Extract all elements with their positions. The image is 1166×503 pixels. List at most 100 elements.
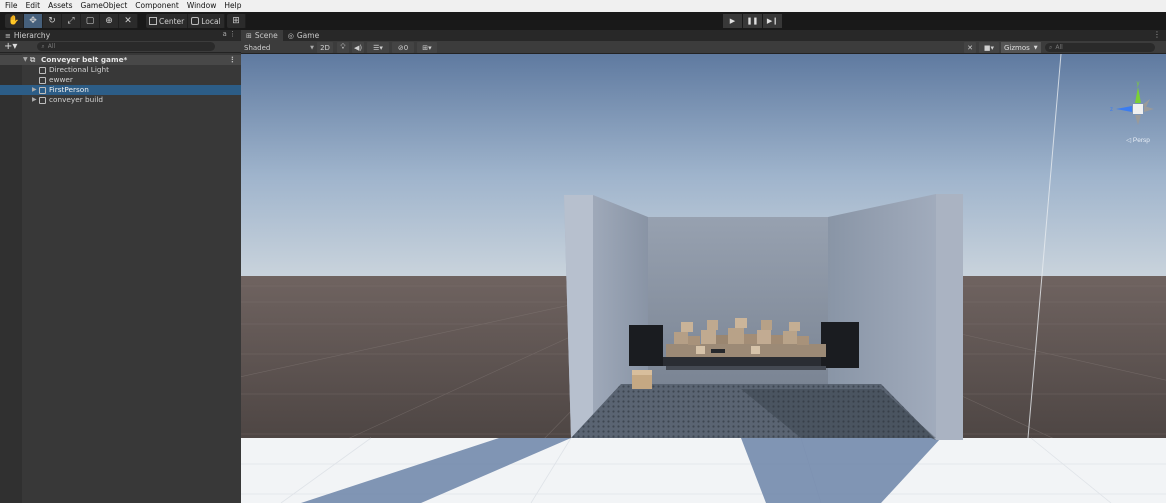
list-icon: ≡ <box>5 31 11 40</box>
menu-gameobject[interactable]: GameObject <box>81 0 128 12</box>
gizmos-label: Gizmos <box>1004 43 1030 52</box>
grid-snap-icon: ⊞ <box>232 16 240 26</box>
play-controls: ▶ ❚❚ ▶❙ <box>723 14 783 28</box>
hand-tool-button[interactable]: ✋ <box>5 14 24 28</box>
hierarchy-list: ▼ ⧉ Conveyer belt game* ⋮ Directional Li… <box>0 54 241 503</box>
panel-kebab-icon[interactable]: ⋮ <box>1153 30 1161 39</box>
scene-panel: ⊞ Scene ◎ Game ⋮ Shaded ▼ 2D 💡︎ ◀︎) ☰▾ ⊘… <box>241 30 1166 503</box>
scene-render[interactable]: y z ◁ Persp <box>241 54 1166 503</box>
lighting-toggle-button[interactable]: 💡︎ <box>337 42 349 53</box>
conveyor-left-motor <box>629 325 663 366</box>
conveyor-right-motor <box>821 322 859 368</box>
hidden-count: 0 <box>403 43 409 52</box>
scene-search-input[interactable]: ⌕ All <box>1045 43 1155 52</box>
audio-toggle-button[interactable]: ◀︎) <box>352 42 364 53</box>
pivot-center-icon <box>149 17 157 25</box>
scale-tool-button[interactable]: ⤢ <box>62 14 81 28</box>
persp-label[interactable]: ◁ Persp <box>1126 137 1150 144</box>
right-wall-edge <box>936 194 963 440</box>
move-tool-button[interactable]: ✥ <box>24 14 43 28</box>
scene-root-row[interactable]: ▼ ⧉ Conveyer belt game* ⋮ <box>0 55 241 65</box>
scene-name-label: Conveyer belt game* <box>41 55 128 64</box>
gamepad-icon: ◎ <box>287 31 294 40</box>
hierarchy-tab[interactable]: ≡ Hierarchy a ⋮ <box>0 30 241 41</box>
play-button[interactable]: ▶ <box>723 14 742 28</box>
search-icon: ⌕ <box>1049 43 1053 51</box>
custom-tool-button[interactable]: ✕ <box>119 14 138 28</box>
hidden-objects-button[interactable]: ⊘ 0 <box>392 42 414 53</box>
pivot-center-label: Center <box>159 16 185 26</box>
expand-arrow-icon[interactable]: ▼ <box>23 55 28 65</box>
unity-scene-icon: ⧉ <box>30 55 36 64</box>
grid-dropdown[interactable]: ⊞▾ <box>417 42 437 53</box>
toggle-2d-label: 2D <box>320 43 330 52</box>
menu-help[interactable]: Help <box>224 0 241 12</box>
effects-dropdown[interactable]: ☰▾ <box>367 42 389 53</box>
step-button[interactable]: ▶❙ <box>763 14 782 28</box>
effects-icon: ☰▾ <box>373 43 383 52</box>
hierarchy-item-label: conveyer build <box>49 95 103 104</box>
conveyor-rail <box>666 366 826 370</box>
gameobject-icon <box>39 77 46 84</box>
pause-icon: ❚❚ <box>746 17 759 25</box>
pivot-center-button[interactable]: Center <box>146 14 189 28</box>
scene-kebab-icon[interactable]: ⋮ <box>229 55 236 65</box>
gameobject-icon <box>39 97 46 104</box>
hierarchy-item[interactable]: ▶ FirstPerson <box>0 85 241 95</box>
gameobject-icon <box>39 87 46 94</box>
hierarchy-item-label: Directional Light <box>49 65 109 74</box>
hierarchy-item[interactable]: ▶ conveyer build <box>0 95 241 105</box>
gameobject-icon <box>39 67 46 74</box>
add-object-button[interactable]: +▾ <box>4 41 17 52</box>
shading-mode-label: Shaded <box>244 43 271 52</box>
scene-viewport[interactable]: y z ◁ Persp <box>241 54 1166 503</box>
menu-window[interactable]: Window <box>187 0 217 12</box>
gizmos-dropdown[interactable]: Gizmos ▼ <box>1001 42 1041 53</box>
pause-button[interactable]: ❚❚ <box>743 14 762 28</box>
play-icon: ▶ <box>729 17 736 25</box>
expand-arrow-icon[interactable]: ▶ <box>32 95 37 105</box>
chevron-down-icon: ▼ <box>1033 44 1038 51</box>
scene-toolbar: Shaded ▼ 2D 💡︎ ◀︎) ☰▾ ⊘ 0 ⊞▾ ✕ ■▾ Gizmos … <box>241 41 1166 54</box>
camera-dropdown[interactable]: ■▾ <box>979 42 999 53</box>
grid-snap-button[interactable]: ⊞ <box>227 14 246 28</box>
tab-game[interactable]: ◎ Game <box>282 30 325 41</box>
hierarchy-item-label: FirstPerson <box>49 85 89 94</box>
scale-tool-icon: ⤢ <box>67 16 75 26</box>
rect-tool-button[interactable]: ▢ <box>81 14 100 28</box>
step-icon: ▶❙ <box>766 17 779 25</box>
pivot-local-button[interactable]: Local <box>188 14 225 28</box>
transform-tools: ✋ ✥ ↻ ⤢ ▢ ⊕ ✕ <box>5 14 138 28</box>
scene-search-placeholder: All <box>1055 44 1063 51</box>
tab-scene[interactable]: ⊞ Scene <box>241 30 283 41</box>
transform-tool-button[interactable]: ⊕ <box>100 14 119 28</box>
menu-file[interactable]: File <box>5 0 18 12</box>
hierarchy-item[interactable]: ewwer <box>0 75 241 85</box>
rect-tool-icon: ▢ <box>85 16 95 26</box>
hand-tool-icon: ✋ <box>8 16 20 26</box>
hierarchy-toolbar: +▾ ⌕ All <box>0 41 241 53</box>
rotate-tool-button[interactable]: ↻ <box>43 14 62 28</box>
main-toolbar: ✋ ✥ ↻ ⤢ ▢ ⊕ ✕ Center Local ⊞ ▶ ❚❚ ▶❙ <box>0 12 1166 30</box>
expand-arrow-icon[interactable]: ▶ <box>32 85 37 95</box>
tools-icon: ✕ <box>967 43 973 52</box>
hierarchy-search-placeholder: All <box>47 43 56 50</box>
hierarchy-search-input[interactable]: ⌕ All <box>37 42 216 51</box>
chevron-down-icon: ▼ <box>310 44 314 51</box>
lightbulb-icon: 💡︎ <box>340 43 346 51</box>
hierarchy-item[interactable]: Directional Light <box>0 65 241 75</box>
hierarchy-gutter <box>0 54 22 503</box>
pivot-controls: Center Local <box>146 14 225 28</box>
shading-mode-dropdown[interactable]: Shaded ▼ <box>244 42 314 53</box>
menu-edit[interactable]: Edit <box>26 0 41 12</box>
camera-icon: ■▾ <box>983 43 995 52</box>
grid-icon: ⊞▾ <box>422 43 432 52</box>
rotate-tool-icon: ↻ <box>48 16 56 26</box>
svg-text:z: z <box>1110 107 1113 113</box>
tools-button[interactable]: ✕ <box>964 42 976 53</box>
tab-scene-label: Scene <box>254 31 278 40</box>
menu-component[interactable]: Component <box>135 0 179 12</box>
toggle-2d-button[interactable]: 2D <box>317 42 333 53</box>
lock-kebab-icon[interactable]: a ⋮ <box>222 30 236 38</box>
menu-assets[interactable]: Assets <box>48 0 72 12</box>
